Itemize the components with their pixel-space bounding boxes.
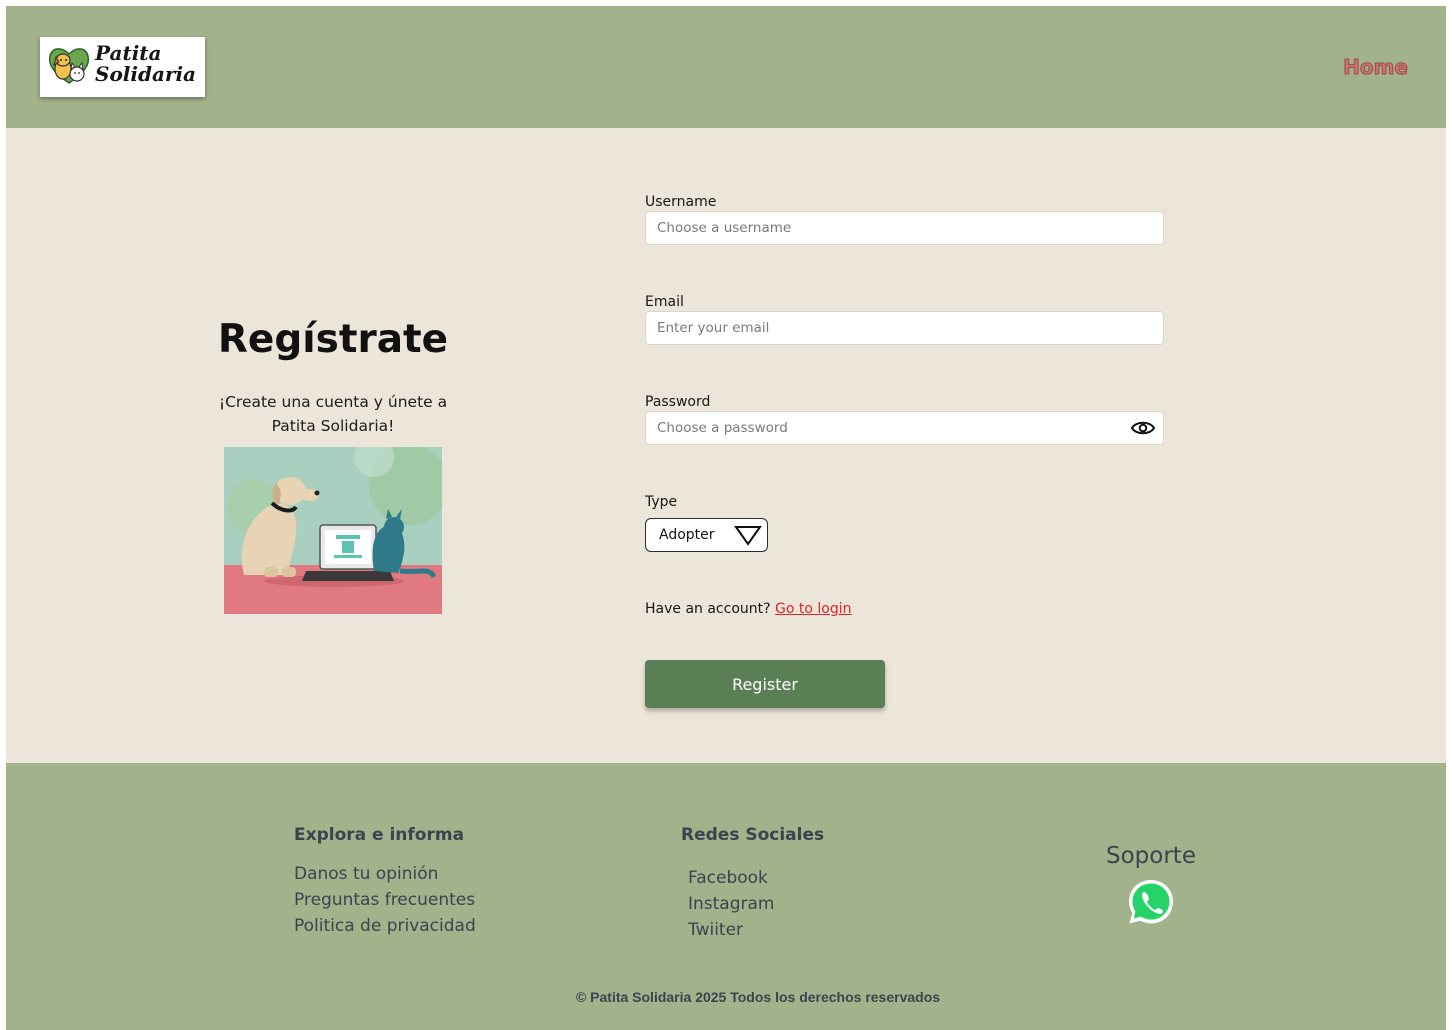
social-heading: Redes Sociales <box>681 825 825 845</box>
footer-link-privacy[interactable]: Politica de privacidad <box>294 913 476 939</box>
type-select[interactable]: Adopter <box>645 518 768 552</box>
page: Patita Solidaria Home Regístrate ¡Create… <box>6 6 1446 1030</box>
username-input[interactable] <box>645 211 1164 245</box>
explore-heading: Explora e informa <box>294 825 465 845</box>
logo[interactable]: Patita Solidaria <box>40 37 205 97</box>
triangle-down-icon <box>734 526 762 546</box>
have-account-label: Have an account? <box>645 601 771 617</box>
nav-home-link[interactable]: Home <box>1343 55 1409 80</box>
dog-cat-laptop-illustration <box>224 447 442 614</box>
email-label: Email <box>645 294 684 310</box>
have-account-text: Have an account? Go to login <box>645 601 852 617</box>
register-button[interactable]: Register <box>645 660 885 708</box>
support-heading: Soporte <box>1106 843 1196 869</box>
footer-link-facebook[interactable]: Facebook <box>688 865 775 891</box>
copyright: © Patita Solidaria 2025 Todos los derech… <box>575 989 941 1005</box>
page-title: Regístrate <box>217 317 449 362</box>
type-label: Type <box>645 494 678 510</box>
dog-cat-logo-icon <box>48 48 90 84</box>
whatsapp-icon[interactable] <box>1126 877 1176 927</box>
username-label: Username <box>645 194 717 210</box>
register-section: Regístrate ¡Create una cuenta y únete a … <box>6 128 1446 763</box>
footer-link-faq[interactable]: Preguntas frecuentes <box>294 887 476 913</box>
password-label: Password <box>645 394 711 410</box>
page-subtitle: ¡Create una cuenta y únete a Patita Soli… <box>218 393 448 435</box>
explore-links: Danos tu opinión Preguntas frecuentes Po… <box>294 861 476 939</box>
logo-line2: Solidaria <box>95 62 197 86</box>
footer-link-twitter[interactable]: Twiiter <box>688 917 775 943</box>
logo-text: Patita Solidaria <box>95 43 196 85</box>
eye-icon[interactable] <box>1131 420 1155 436</box>
email-input[interactable] <box>645 311 1164 345</box>
logo-line1: Patita <box>95 41 162 65</box>
header: Patita Solidaria Home <box>6 6 1446 128</box>
footer-link-instagram[interactable]: Instagram <box>688 891 775 917</box>
footer-link-opinion[interactable]: Danos tu opinión <box>294 861 476 887</box>
footer: Explora e informa Danos tu opinión Pregu… <box>6 763 1446 1030</box>
go-to-login-link[interactable]: Go to login <box>775 601 851 617</box>
password-input[interactable] <box>645 411 1164 445</box>
social-links: Facebook Instagram Twiiter <box>688 865 775 943</box>
type-select-value: Adopter <box>659 527 715 543</box>
